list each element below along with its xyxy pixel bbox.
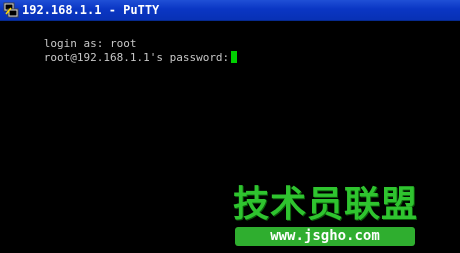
putty-window: 192.168.1.1 - PuTTY login as: root root@… xyxy=(0,0,460,253)
password-prompt-text: root@192.168.1.1's password: xyxy=(43,51,230,64)
putty-icon[interactable] xyxy=(3,2,19,18)
terminal-line-login: login as: root xyxy=(4,23,137,50)
text-cursor xyxy=(231,51,238,63)
window-title: 192.168.1.1 - PuTTY xyxy=(22,3,160,17)
watermark-title: 技术员联盟 xyxy=(233,184,419,225)
watermark-url: www.jsgho.com xyxy=(235,227,415,246)
terminal-area[interactable]: login as: root root@192.168.1.1's passwo… xyxy=(0,21,460,253)
watermark: 技术员联盟 www.jsgho.com xyxy=(233,183,419,249)
terminal-line-password: root@192.168.1.1's password: xyxy=(4,37,238,64)
title-bar[interactable]: 192.168.1.1 - PuTTY xyxy=(0,0,460,21)
